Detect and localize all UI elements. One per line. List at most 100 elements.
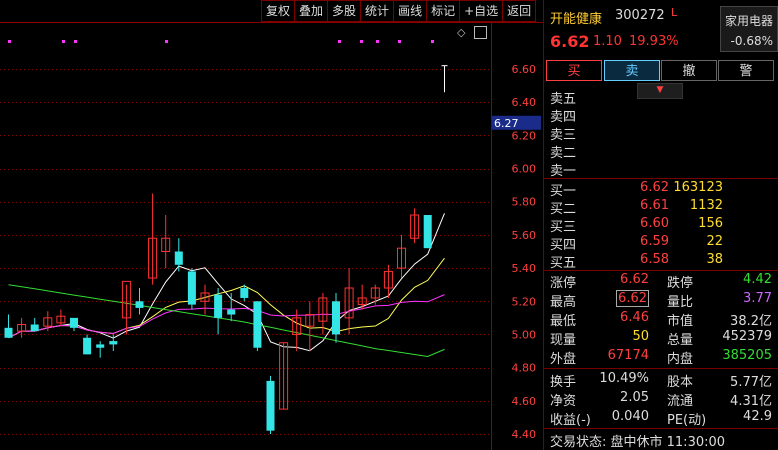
stat-row: 外盘 67174 内盘 385205 bbox=[544, 348, 778, 367]
candle-body-down bbox=[174, 251, 183, 265]
toolbar-watchlist-button[interactable]: +自选 bbox=[459, 0, 504, 22]
toolbar-back-button[interactable]: 返回 bbox=[502, 0, 537, 22]
ask-label: 卖一 bbox=[550, 164, 577, 179]
candle-body-down bbox=[240, 288, 249, 298]
y-tick-label: 4.60 bbox=[512, 395, 537, 408]
bid-price: 6.58 bbox=[640, 252, 669, 267]
stat-label: 外盘 bbox=[550, 352, 577, 367]
alert-button[interactable]: 警 bbox=[718, 60, 774, 81]
ask-label: 卖二 bbox=[550, 146, 577, 161]
stat-row: 净资 2.05 流通 4.31亿 bbox=[544, 390, 778, 409]
stat-value-wrap: 6.62 bbox=[616, 290, 649, 307]
bid-price: 6.61 bbox=[640, 198, 669, 213]
ask-row: 卖四 bbox=[544, 106, 778, 125]
candle-body-down bbox=[109, 341, 118, 345]
toolbar-mark-button[interactable]: 标记 bbox=[426, 0, 461, 22]
price-change: 1.10 bbox=[593, 34, 622, 49]
toolbar-overlay-button[interactable]: 叠加 bbox=[294, 0, 329, 22]
stat-label: 市值 bbox=[667, 314, 694, 329]
candle-body-down bbox=[30, 324, 39, 332]
stat-value: 3.77 bbox=[743, 291, 772, 306]
stat-value: 67174 bbox=[607, 348, 649, 363]
stat-value: 10.49% bbox=[599, 371, 649, 386]
stat-row: 最低 6.46 市值 38.2亿 bbox=[544, 310, 778, 329]
trading-status: 交易状态: 盘中休市 11:30:00 bbox=[550, 435, 726, 450]
candle-body-down bbox=[227, 309, 236, 315]
candle-body-down bbox=[266, 380, 275, 431]
stat-value: 4.31亿 bbox=[730, 394, 772, 409]
event-marker bbox=[376, 40, 379, 43]
stat-label: 最高 bbox=[550, 295, 577, 310]
sell-button[interactable]: 卖 bbox=[604, 60, 660, 81]
bid-row: 买五 6.58 38 bbox=[544, 252, 778, 271]
candle-body-down bbox=[214, 294, 223, 318]
candle-body-down bbox=[253, 301, 262, 348]
stat-value: 6.46 bbox=[620, 310, 649, 325]
y-tick-label: 6.00 bbox=[512, 163, 537, 176]
cursor-price-label: 6.27 bbox=[494, 117, 519, 130]
cancel-button[interactable]: 撤 bbox=[661, 60, 717, 81]
y-tick-label: 5.20 bbox=[512, 295, 537, 308]
bid-volume: 1132 bbox=[689, 198, 723, 213]
bid-price: 6.60 bbox=[640, 216, 669, 231]
candle-body-down bbox=[83, 337, 92, 355]
stat-value: 5.77亿 bbox=[730, 375, 772, 390]
kline-chart[interactable]: 6.60 6.40 6.20 6.00 5.80 5.60 5.40 5.20 5.00 4.80… bbox=[0, 0, 543, 450]
stat-value: 0.040 bbox=[611, 409, 649, 424]
divider bbox=[544, 178, 778, 179]
y-tick-label: 5.80 bbox=[512, 196, 537, 209]
stat-label: 量比 bbox=[667, 295, 694, 310]
quote-panel: 开能健康 300272 L 家用电器 -0.68% 6.62 1.10 19.9… bbox=[543, 0, 778, 450]
event-marker bbox=[360, 40, 363, 43]
toolbar-adjust-button[interactable]: 复权 bbox=[261, 0, 296, 22]
last-price: 6.62 bbox=[550, 32, 590, 51]
candle-body-down bbox=[332, 301, 340, 335]
chart-settings-icon[interactable]: ◇ bbox=[457, 26, 465, 39]
stat-value: 6.62 bbox=[616, 290, 649, 307]
candle-body-down bbox=[187, 271, 196, 305]
stat-label: 最低 bbox=[550, 314, 577, 329]
toolbar-multi-button[interactable]: 多股 bbox=[327, 0, 362, 22]
bid-volume: 163123 bbox=[673, 180, 723, 195]
candlesticks bbox=[4, 65, 448, 434]
ask-row: 卖五 bbox=[544, 88, 778, 107]
stat-value: 385205 bbox=[722, 348, 772, 363]
sector-box[interactable]: 家用电器 -0.68% bbox=[720, 6, 778, 52]
toolbar-draw-button[interactable]: 画线 bbox=[393, 0, 428, 22]
stat-row: 换手 10.49% 股本 5.77亿 bbox=[544, 371, 778, 390]
bid-label: 买四 bbox=[550, 238, 577, 253]
y-tick-label: 6.60 bbox=[512, 63, 537, 76]
stat-label: 流通 bbox=[667, 394, 694, 409]
event-markers bbox=[8, 40, 434, 43]
price-change-pct: 19.93% bbox=[629, 34, 679, 49]
bid-volume: 156 bbox=[698, 216, 723, 231]
event-marker bbox=[431, 40, 434, 43]
buy-button[interactable]: 买 bbox=[546, 60, 602, 81]
stat-label: 现量 bbox=[550, 333, 577, 348]
price-axis: 6.60 6.40 6.20 6.00 5.80 5.60 5.40 5.20 5.00 4.80… bbox=[492, 63, 541, 441]
toolbar-stats-button[interactable]: 统计 bbox=[360, 0, 395, 22]
y-tick-label: 4.80 bbox=[512, 362, 537, 375]
event-marker bbox=[165, 40, 168, 43]
sector-change: -0.68% bbox=[730, 34, 773, 48]
ask-row: 卖一 bbox=[544, 160, 778, 179]
stat-value: 50 bbox=[632, 329, 649, 344]
bid-price: 6.59 bbox=[640, 234, 669, 249]
y-tick-label: 5.00 bbox=[512, 328, 537, 341]
bid-row: 买四 6.59 22 bbox=[544, 234, 778, 253]
ma20-line bbox=[8, 294, 445, 339]
bid-row: 买一 6.62 163123 bbox=[544, 180, 778, 199]
stat-row: 收益(-) 0.040 PE(动) 42.9 bbox=[544, 409, 778, 428]
y-tick-label: 5.60 bbox=[512, 229, 537, 242]
candle-body-down bbox=[96, 344, 105, 348]
y-tick-label: 4.40 bbox=[512, 428, 537, 441]
moving-averages bbox=[8, 213, 445, 358]
stat-label: 涨停 bbox=[550, 276, 577, 291]
stat-label: 股本 bbox=[667, 375, 694, 390]
candle-body-down bbox=[423, 215, 432, 249]
bid-label: 买三 bbox=[550, 220, 577, 235]
stat-label: 换手 bbox=[550, 375, 577, 390]
chart-expand-icon[interactable] bbox=[474, 26, 487, 39]
stat-row: 现量 50 总量 452379 bbox=[544, 329, 778, 348]
ask-row: 卖三 bbox=[544, 124, 778, 143]
